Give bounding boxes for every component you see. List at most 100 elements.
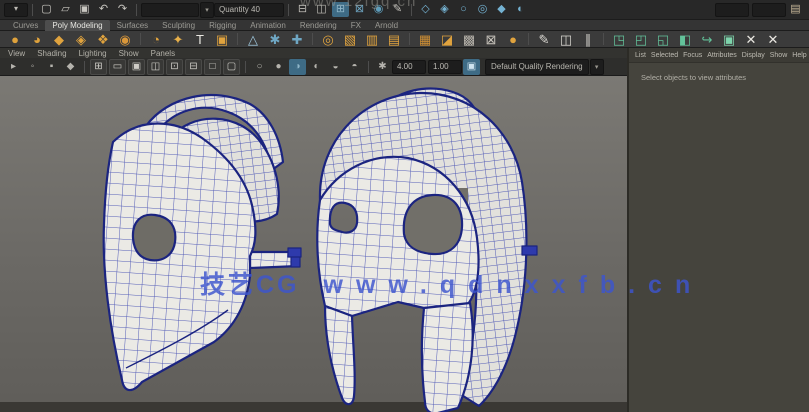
snap-plane-icon[interactable]: ◎ (474, 2, 491, 17)
image-plane-tool-icon[interactable]: ▣ (212, 31, 232, 47)
text-tool-icon[interactable]: T (190, 31, 210, 47)
resolution-gate-toggle-icon[interactable]: ▣ (128, 59, 145, 75)
snap-view-icon[interactable]: ◆ (493, 2, 510, 17)
tab-surfaces[interactable]: Surfaces (110, 20, 156, 31)
menu-panels[interactable]: Panels (151, 49, 175, 58)
menu-lighting[interactable]: Lighting (79, 49, 107, 58)
circle-curve-tool-icon[interactable]: ◔ (146, 31, 166, 47)
new-scene-icon[interactable]: ▢ (38, 2, 55, 17)
camera-attributes-icon[interactable]: ▪ (43, 59, 60, 75)
open-scene-icon[interactable]: ▱ (57, 2, 74, 17)
poly-extrude-icon[interactable]: ◳ (609, 31, 629, 47)
use-lights-toggle-icon[interactable]: ◐ (308, 59, 325, 75)
joint-tool-icon[interactable]: ✚ (287, 31, 307, 47)
textured-mode-icon[interactable]: ◑ (289, 59, 306, 75)
wireframe-mode-icon[interactable]: ○ (251, 59, 268, 75)
pencil-curve-tool-icon[interactable]: ✎ (534, 31, 554, 47)
locator-tool-icon[interactable]: ✱ (265, 31, 285, 47)
ball-primitive-icon[interactable]: ● (503, 31, 523, 47)
watermark-text: 技艺CGwww.qdnxxfb.cn (200, 265, 703, 301)
redo-icon[interactable]: ↷ (114, 2, 131, 17)
menu-show[interactable]: Show (119, 49, 139, 58)
sphere-wire-primitive-icon[interactable]: ◕ (27, 31, 47, 47)
lattice-tool-icon[interactable]: ▦ (415, 31, 435, 47)
tab-poly-modeling[interactable]: Poly Modeling (45, 20, 109, 31)
save-scene-icon[interactable]: ▣ (76, 2, 93, 17)
poly-mirror-window-icon[interactable]: ▣ (719, 31, 739, 47)
workspace-field-a[interactable] (715, 3, 749, 17)
poly-bridge-icon[interactable]: ◱ (653, 31, 673, 47)
cube-primitive-icon[interactable]: ▧ (340, 31, 360, 47)
grid-toggle-icon[interactable]: ⊞ (90, 59, 107, 75)
torus-primitive-icon[interactable]: ◎ (318, 31, 338, 47)
ao-toggle-icon[interactable]: ◓ (346, 59, 363, 75)
split-view-toggle-icon[interactable]: ∥ (578, 31, 598, 47)
poly-merge-icon[interactable]: ↪ (697, 31, 717, 47)
frame-all-icon[interactable]: □ (204, 59, 221, 75)
pmenu-show[interactable]: Show (770, 52, 788, 59)
diamond-primitive-icon[interactable]: ◆ (49, 31, 69, 47)
wedge-tool-icon[interactable]: ◪ (437, 31, 457, 47)
disc-primitive-icon[interactable]: ◉ (115, 31, 135, 47)
help-book-icon[interactable]: ▤ (787, 2, 804, 17)
diamond-outline-primitive-icon[interactable]: ◈ (71, 31, 91, 47)
menu-view[interactable]: View (8, 49, 25, 58)
sphere-primitive-icon[interactable]: ● (5, 31, 25, 47)
pmenu-selected[interactable]: Selected (651, 52, 678, 59)
poly-cube-smooth-icon[interactable]: ◧ (675, 31, 695, 47)
tab-rendering[interactable]: Rendering (293, 20, 344, 31)
selection-name-caret[interactable]: ▾ (200, 2, 214, 18)
scene-menu-dropdown[interactable]: ▾ (4, 3, 28, 17)
tab-curves[interactable]: Curves (6, 20, 45, 31)
shadows-toggle-icon[interactable]: ◒ (327, 59, 344, 75)
star-tool-icon[interactable]: ✦ (168, 31, 188, 47)
exposure-field[interactable] (392, 60, 426, 74)
quick-select-field[interactable] (214, 3, 284, 17)
right-helmet-model[interactable] (288, 88, 537, 412)
frame-selection-icon[interactable]: ▢ (223, 59, 240, 75)
selection-name-field[interactable] (141, 3, 199, 17)
workspace-field-b[interactable] (752, 3, 786, 17)
select-camera-icon[interactable]: ▸ (5, 59, 22, 75)
safe-title-toggle-icon[interactable]: ⊟ (185, 59, 202, 75)
pmenu-list[interactable]: List (635, 52, 646, 59)
bookmark-icon[interactable]: ◆ (62, 59, 79, 75)
film-gate-toggle-icon[interactable]: ▭ (109, 59, 126, 75)
safe-action-toggle-icon[interactable]: ⊡ (166, 59, 183, 75)
snap-grid-icon[interactable]: ◇ (417, 2, 434, 17)
undo-icon[interactable]: ↶ (95, 2, 112, 17)
pmenu-help[interactable]: Help (792, 52, 806, 59)
tab-fx[interactable]: FX (344, 20, 368, 31)
pmenu-display[interactable]: Display (742, 52, 765, 59)
perspective-viewport[interactable]: 技艺CGwww.qdnxxfb.cn (0, 76, 627, 412)
lock-camera-icon[interactable]: ◦ (24, 59, 41, 75)
shaded-mode-icon[interactable]: ● (270, 59, 287, 75)
tab-arnold[interactable]: Arnold (368, 20, 405, 31)
snap-curve-icon[interactable]: ◈ (436, 2, 453, 17)
tab-animation[interactable]: Animation (243, 20, 293, 31)
renderer-dropdown[interactable]: Default Quality Rendering (485, 59, 589, 75)
quad-arrow-tool-icon[interactable]: ❖ (93, 31, 113, 47)
poly-bevel-icon[interactable]: ◰ (631, 31, 651, 47)
gamma-field[interactable] (428, 60, 462, 74)
viewport-renderer-icon[interactable]: ▣ (463, 59, 480, 75)
make-live-icon[interactable]: ◐ (512, 2, 529, 17)
menu-shading[interactable]: Shading (37, 49, 66, 58)
left-helmet-model[interactable] (104, 95, 300, 390)
measure-tool-icon[interactable]: △ (243, 31, 263, 47)
tab-sculpting[interactable]: Sculpting (155, 20, 202, 31)
plane-primitive-icon[interactable]: ▤ (384, 31, 404, 47)
pmenu-attributes[interactable]: Attributes (707, 52, 737, 59)
multi-cut-icon[interactable]: ✕ (741, 31, 761, 47)
two-pane-toggle-icon[interactable]: ◫ (556, 31, 576, 47)
gate-mask-toggle-icon[interactable]: ◫ (147, 59, 164, 75)
cube-stack-tool-icon[interactable]: ▥ (362, 31, 382, 47)
display-settings-gear-icon[interactable]: ✱ (374, 59, 391, 75)
delete-edge-icon[interactable]: ✕ (763, 31, 783, 47)
checker-toggle-icon[interactable]: ▩ (459, 31, 479, 47)
snap-point-icon[interactable]: ○ (455, 2, 472, 17)
renderer-dropdown-caret[interactable]: ▾ (590, 59, 604, 75)
pmenu-focus[interactable]: Focus (683, 52, 702, 59)
xray-toggle-icon[interactable]: ⊠ (481, 31, 501, 47)
tab-rigging[interactable]: Rigging (202, 20, 243, 31)
